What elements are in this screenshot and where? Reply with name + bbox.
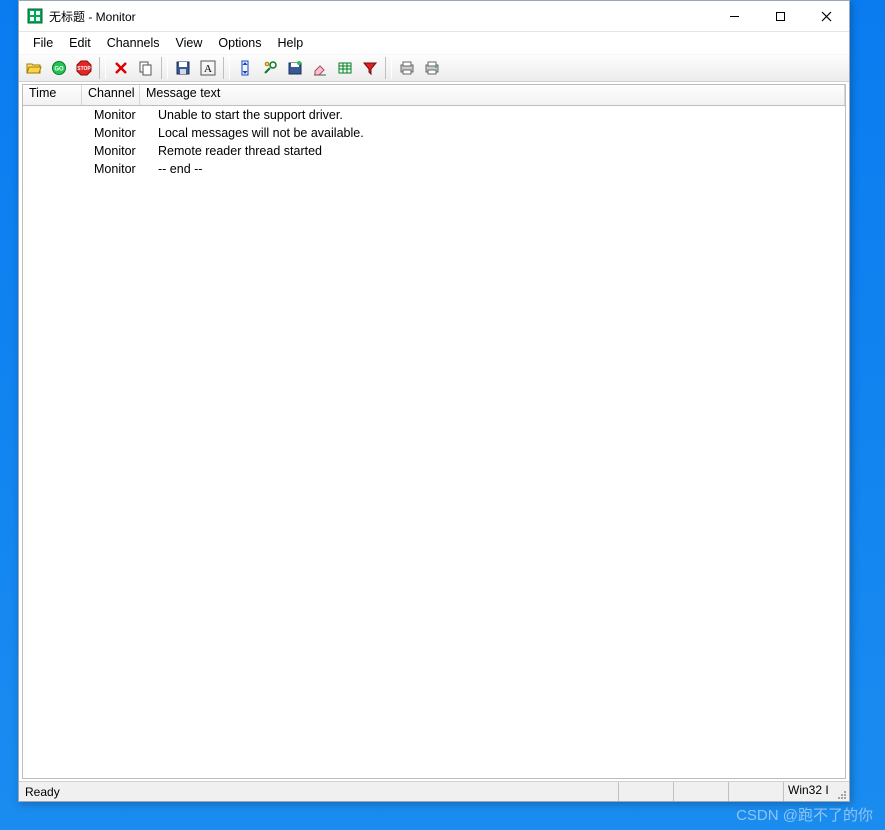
tools-button[interactable] [258, 56, 282, 80]
menu-help[interactable]: Help [270, 34, 312, 52]
menu-channels[interactable]: Channels [99, 34, 168, 52]
toolbar-separator [223, 57, 230, 79]
window-title: 无标题 - Monitor [49, 8, 136, 25]
cell-channel: Monitor [88, 160, 152, 178]
toolbar: GO STOP A [19, 54, 849, 82]
column-headers: Time Channel Message text [22, 84, 846, 106]
cell-time [23, 142, 88, 160]
go-button[interactable]: GO [47, 56, 71, 80]
cell-time [23, 106, 88, 124]
scroll-button[interactable] [233, 56, 257, 80]
menubar: File Edit Channels View Options Help [19, 32, 849, 54]
titlebar[interactable]: 无标题 - Monitor [19, 1, 849, 32]
cell-message: -- end -- [152, 160, 845, 178]
column-header-channel[interactable]: Channel [82, 85, 140, 105]
open-button[interactable] [22, 56, 46, 80]
erase-button[interactable] [308, 56, 332, 80]
list-row[interactable]: Monitor Remote reader thread started [23, 142, 845, 160]
cell-channel: Monitor [88, 142, 152, 160]
column-header-message[interactable]: Message text [140, 85, 845, 105]
font-button[interactable]: A [196, 56, 220, 80]
cell-time [23, 124, 88, 142]
close-button[interactable] [803, 1, 849, 31]
status-mode: Win32 I [783, 782, 835, 801]
print-button[interactable] [420, 56, 444, 80]
cell-message: Local messages will not be available. [152, 124, 845, 142]
app-icon [27, 8, 43, 24]
status-ready: Ready [19, 785, 618, 799]
cell-message: Unable to start the support driver. [152, 106, 845, 124]
cell-time [23, 160, 88, 178]
svg-text:A: A [204, 63, 212, 75]
status-pane [728, 782, 783, 801]
main-window: 无标题 - Monitor File Edit Channels View Op… [18, 0, 850, 802]
resize-grip-icon[interactable] [835, 782, 849, 801]
svg-text:STOP: STOP [77, 66, 91, 72]
copy-button[interactable] [134, 56, 158, 80]
cell-channel: Monitor [88, 124, 152, 142]
save-button[interactable] [171, 56, 195, 80]
status-pane [673, 782, 728, 801]
save-settings-button[interactable] [283, 56, 307, 80]
menu-view[interactable]: View [168, 34, 211, 52]
grid-button[interactable] [333, 56, 357, 80]
status-pane [618, 782, 673, 801]
minimize-button[interactable] [711, 1, 757, 31]
toolbar-separator [161, 57, 168, 79]
statusbar: Ready Win32 I [19, 781, 849, 801]
menu-edit[interactable]: Edit [61, 34, 99, 52]
cell-message: Remote reader thread started [152, 142, 845, 160]
delete-button[interactable] [109, 56, 133, 80]
watermark: CSDN @跑不了的你 [736, 804, 873, 825]
print-preview-button[interactable] [395, 56, 419, 80]
message-list[interactable]: Monitor Unable to start the support driv… [22, 106, 846, 779]
list-row[interactable]: Monitor -- end -- [23, 160, 845, 178]
stop-button[interactable]: STOP [72, 56, 96, 80]
menu-options[interactable]: Options [210, 34, 269, 52]
list-row[interactable]: Monitor Local messages will not be avail… [23, 124, 845, 142]
toolbar-separator [385, 57, 392, 79]
filter-button[interactable] [358, 56, 382, 80]
cell-channel: Monitor [88, 106, 152, 124]
maximize-button[interactable] [757, 1, 803, 31]
list-row[interactable]: Monitor Unable to start the support driv… [23, 106, 845, 124]
svg-text:GO: GO [54, 67, 64, 73]
menu-file[interactable]: File [25, 34, 61, 52]
column-header-time[interactable]: Time [23, 85, 82, 105]
toolbar-separator [99, 57, 106, 79]
